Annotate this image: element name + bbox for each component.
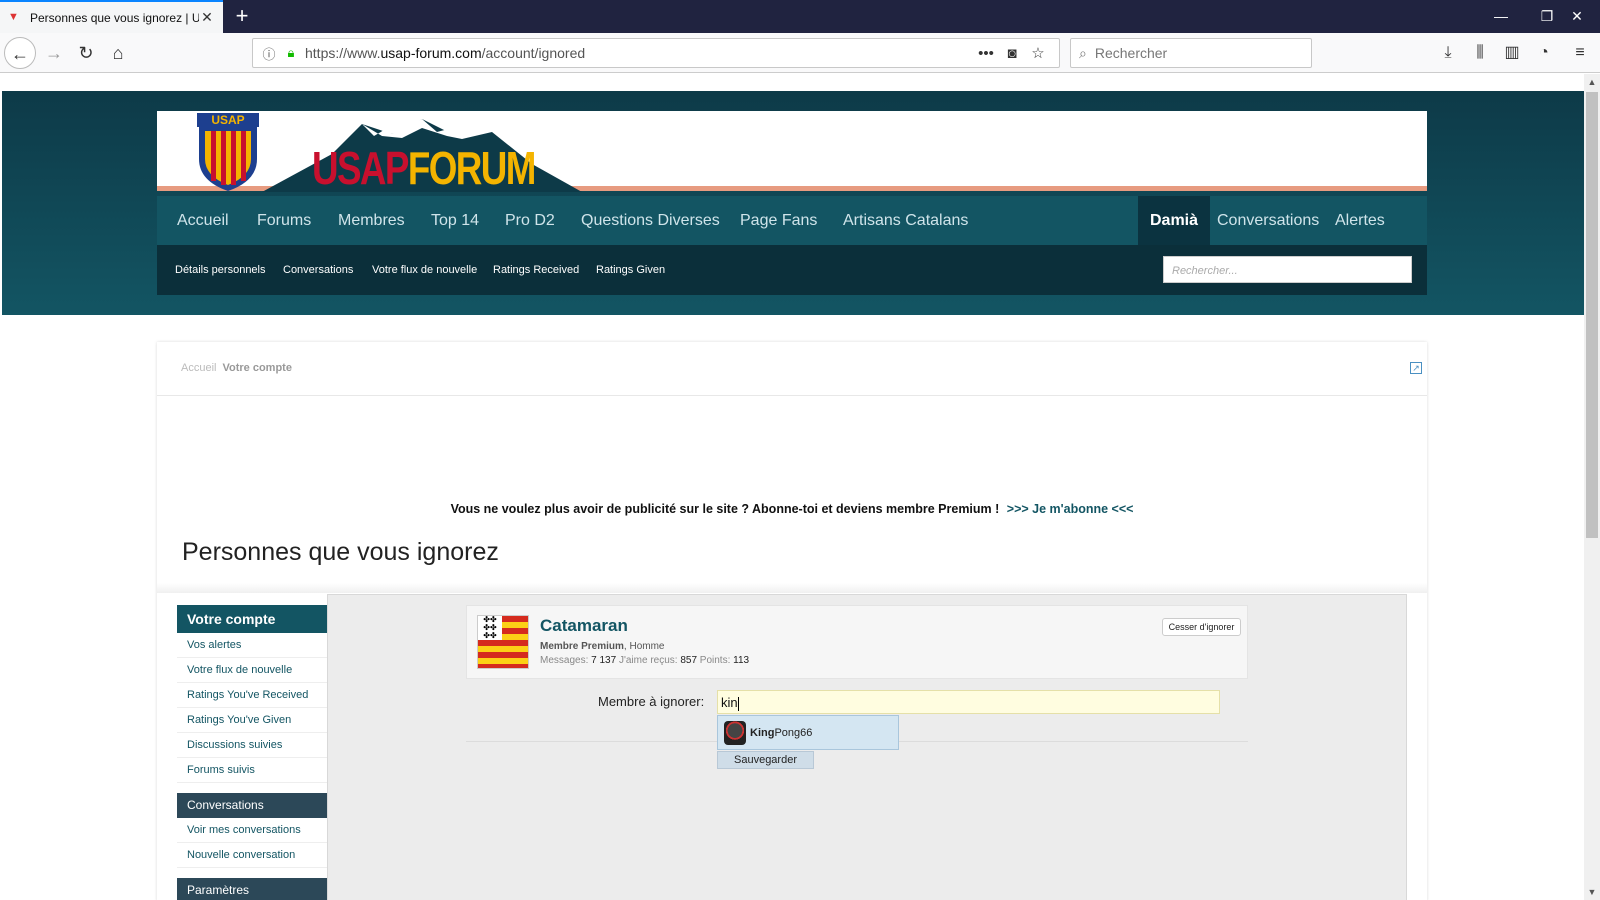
site-search-input[interactable]: Rechercher... [1163, 256, 1412, 283]
member-title: Membre Premium, Homme [540, 641, 665, 652]
account-sidebar: Votre compte Vos alertes Votre flux de n… [177, 605, 327, 900]
close-window-icon[interactable]: ✕ [1554, 0, 1600, 33]
member-name[interactable]: Catamaran [540, 616, 628, 636]
member-avatar[interactable]: ✤✤ ✤✤ ✤✤ [477, 615, 529, 669]
scrollbar-thumb[interactable] [1586, 92, 1598, 538]
nav-questions-diverses[interactable]: Questions Diverses [581, 196, 720, 245]
sidebar-heading-parametres: Paramètres [177, 878, 327, 900]
sidebar-item-alerts[interactable]: Vos alertes [177, 633, 327, 658]
subnav-details-personnels[interactable]: Détails personnels [175, 245, 266, 295]
nav-alertes[interactable]: Alertes [1335, 196, 1385, 245]
subnav-ratings-received[interactable]: Ratings Received [493, 245, 579, 295]
main-navigation: Accueil Forums Membres Top 14 Pro D2 Que… [157, 196, 1427, 245]
page-viewport: USAP USAPFORUM Accueil Forums Membres To… [0, 74, 1584, 900]
sidebar-item-ratings-given[interactable]: Ratings You've Given [177, 708, 327, 733]
nav-artisans-catalans[interactable]: Artisans Catalans [843, 196, 968, 245]
reload-button[interactable]: ↻ [70, 37, 102, 69]
site-favicon-icon: ▼ [8, 10, 19, 23]
scroll-down-icon[interactable]: ▼ [1584, 884, 1600, 900]
nav-membres[interactable]: Membres [338, 196, 405, 245]
info-icon[interactable]: ⓘ [261, 44, 277, 63]
sync-icon[interactable]: ◔ [1530, 37, 1558, 69]
nav-user-account[interactable]: Damià [1138, 196, 1211, 245]
ignore-member-input[interactable]: kin [717, 690, 1220, 714]
sidebar-item-new-conversation[interactable]: Nouvelle conversation [177, 843, 327, 868]
breadcrumb-divider [157, 395, 1427, 396]
svg-text:USAP: USAP [211, 113, 244, 127]
external-link-icon[interactable]: ↗ [1410, 362, 1422, 374]
sidebar-item-watched-threads[interactable]: Discussions suivies [177, 733, 327, 758]
site-logo-text[interactable]: USAPFORUM [312, 141, 536, 195]
browser-tab-strip: ▼ Personnes que vous ignorez | U ✕ + — ❐… [0, 0, 1600, 33]
ignored-member-card: ✤✤ ✤✤ ✤✤ Catamaran Membre Premium, Homme M… [466, 605, 1248, 679]
usap-shield-icon[interactable]: USAP [197, 113, 259, 191]
avatar-ermine-icon: ✤✤ ✤✤ ✤✤ [478, 616, 502, 640]
promo-text: Vous ne voulez plus avoir de publicité s… [450, 502, 1000, 516]
forward-button[interactable]: → [38, 37, 70, 69]
site-search-placeholder: Rechercher... [1172, 265, 1238, 277]
nav-prod2[interactable]: Pro D2 [505, 196, 555, 245]
page-title: Personnes que vous ignorez [182, 538, 499, 566]
search-icon: ⌕ [1079, 44, 1087, 61]
member-stats: Messages: 7 137 J'aime reçus: 857 Points… [540, 655, 750, 666]
suggestion-avatar [724, 720, 746, 745]
suggestion-name: KingPong66 [750, 726, 813, 739]
subnav-conversations[interactable]: Conversations [283, 245, 353, 295]
nav-page-fans[interactable]: Page Fans [740, 196, 817, 245]
nav-top14[interactable]: Top 14 [431, 196, 479, 245]
premium-promo: Vous ne voulez plus avoir de publicité s… [157, 502, 1427, 516]
autocomplete-suggestion[interactable]: KingPong66 [717, 715, 899, 750]
promo-subscribe-link[interactable]: >>> Je m'abonne <<< [1007, 502, 1134, 516]
breadcrumb: Accueil Votre compte [181, 362, 292, 374]
sidebar-item-view-conversations[interactable]: Voir mes conversations [177, 818, 327, 843]
breadcrumb-home[interactable]: Accueil [181, 362, 216, 374]
browser-search-input[interactable]: ⌕ Rechercher [1070, 38, 1312, 68]
sidebar-item-watched-forums[interactable]: Forums suivis [177, 758, 327, 783]
library-icon[interactable]: ⫼ [1466, 37, 1494, 69]
url-bar[interactable]: ⓘ 🔒︎ https://www.usap-forum.com/account/… [252, 38, 1060, 68]
search-placeholder: Rechercher [1094, 45, 1168, 61]
ignored-panel: ✤✤ ✤✤ ✤✤ Catamaran Membre Premium, Homme M… [327, 594, 1407, 900]
sidebar-heading-account: Votre compte [177, 605, 327, 633]
bookmark-star-icon[interactable]: ☆ [1025, 44, 1051, 62]
downloads-icon[interactable]: ⤓ [1434, 37, 1462, 69]
url-text[interactable]: https://www.usap-forum.com/account/ignor… [305, 45, 973, 61]
pocket-icon[interactable]: ◙ [999, 45, 1025, 62]
sidebar-toggle-icon[interactable]: ▥ [1498, 37, 1526, 69]
save-button[interactable]: Sauvegarder [717, 751, 814, 769]
back-button[interactable]: ← [4, 37, 36, 69]
close-tab-icon[interactable]: ✕ [199, 9, 215, 26]
ignore-member-label: Membre à ignorer: [598, 694, 705, 709]
text-caret [737, 696, 739, 711]
scroll-up-icon[interactable]: ▲ [1584, 74, 1600, 90]
sub-navigation: Détails personnels Conversations Votre f… [157, 245, 1427, 295]
subnav-flux-nouvelle[interactable]: Votre flux de nouvelle [372, 245, 477, 295]
content-area: Accueil Votre compte ↗ Vous ne voulez plu… [157, 342, 1427, 900]
sidebar-item-news-feed[interactable]: Votre flux de nouvelle [177, 658, 327, 683]
nav-forums[interactable]: Forums [257, 196, 311, 245]
new-tab-button[interactable]: + [232, 4, 252, 28]
page-actions-icon[interactable]: ••• [973, 45, 999, 62]
subnav-ratings-given[interactable]: Ratings Given [596, 245, 665, 295]
nav-accueil[interactable]: Accueil [177, 196, 229, 245]
breadcrumb-current[interactable]: Votre compte [222, 362, 291, 374]
lock-icon: 🔒︎ [287, 45, 295, 60]
browser-toolbar: ← → ↻ ⌂ ⓘ 🔒︎ https://www.usap-forum.com/… [0, 33, 1600, 73]
nav-conversations[interactable]: Conversations [1217, 196, 1319, 245]
title-separator [157, 583, 1427, 593]
tab-title: Personnes que vous ignorez | U [30, 10, 199, 25]
minimize-window-icon[interactable]: — [1478, 0, 1524, 33]
home-button[interactable]: ⌂ [102, 37, 134, 69]
browser-tab-active[interactable]: ▼ Personnes que vous ignorez | U ✕ [0, 0, 223, 33]
sidebar-heading-conversations: Conversations [177, 793, 327, 818]
site-banner: USAP USAPFORUM [157, 111, 1427, 194]
page-scrollbar[interactable]: ▲ ▼ [1584, 74, 1600, 900]
sidebar-item-ratings-received[interactable]: Ratings You've Received [177, 683, 327, 708]
menu-icon[interactable]: ≡ [1566, 37, 1594, 69]
unignore-button[interactable]: Cesser d'ignorer [1162, 618, 1241, 636]
